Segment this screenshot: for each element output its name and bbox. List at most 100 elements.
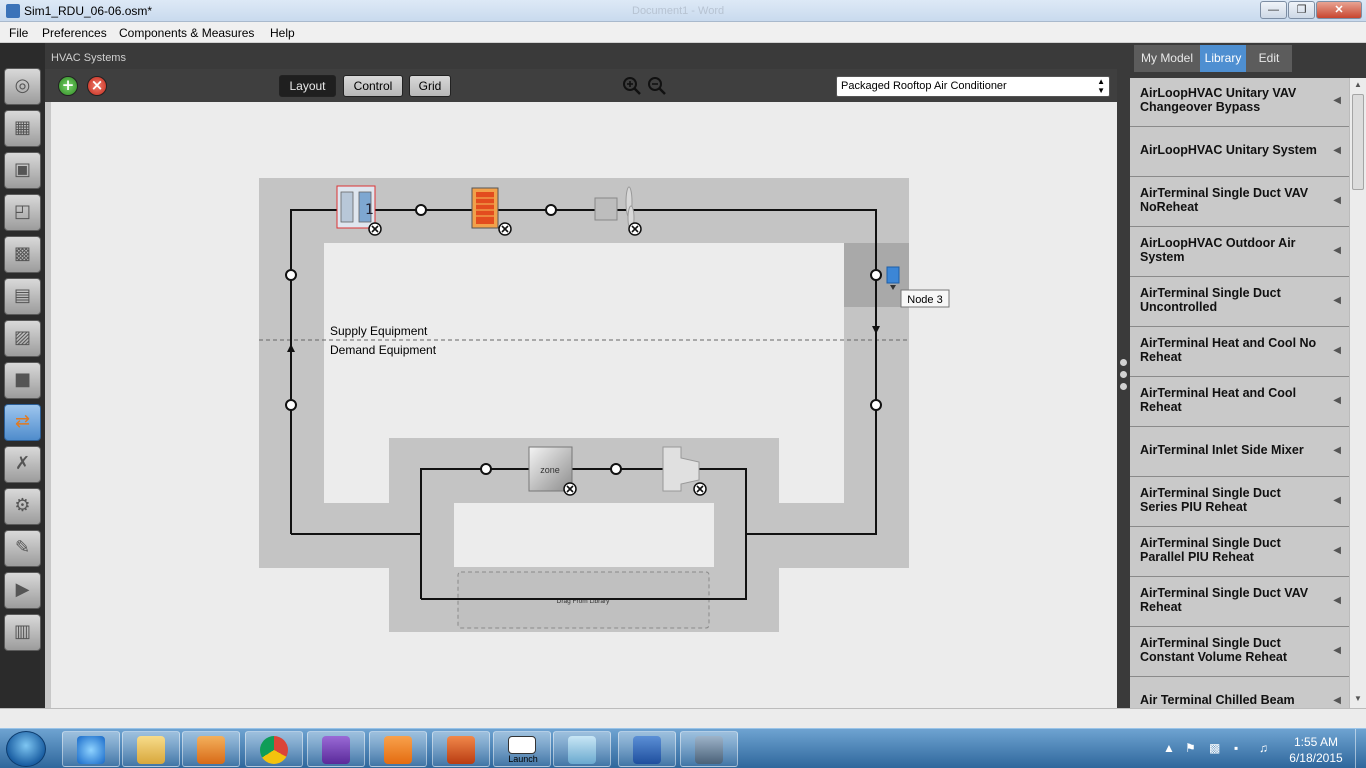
eplus-launch-label: Launch bbox=[508, 754, 538, 764]
show-hidden-icons-icon[interactable]: ▲ bbox=[1163, 741, 1175, 755]
start-button-icon[interactable] bbox=[6, 731, 46, 767]
node-3 bbox=[870, 269, 882, 281]
expand-arrow-icon: ◀ bbox=[1333, 295, 1341, 306]
building-summary-icon[interactable]: ✗ bbox=[4, 446, 41, 483]
facility-building-icon[interactable]: ▨ bbox=[4, 320, 41, 357]
tab-library[interactable]: Library bbox=[1200, 45, 1246, 72]
constructions-icon[interactable]: ▣ bbox=[4, 152, 41, 189]
expand-arrow-icon: ◀ bbox=[1333, 695, 1341, 706]
window-title-bar: Sim1_RDU_06-06.osm* Document1 - Word — ❐… bbox=[0, 0, 1366, 22]
menu-components-measures[interactable]: Components & Measures bbox=[119, 26, 254, 40]
geometry-icon[interactable]: ▤ bbox=[4, 278, 41, 315]
menu-file[interactable]: File bbox=[9, 26, 28, 40]
sketchup-icon[interactable] bbox=[553, 731, 611, 767]
list-item[interactable]: AirTerminal Single Duct Uncontrolled ◀ bbox=[1130, 278, 1349, 327]
list-item[interactable]: Air Terminal Chilled Beam ◀ bbox=[1130, 678, 1349, 708]
list-item[interactable]: AirTerminal Single Duct Constant Volume … bbox=[1130, 628, 1349, 677]
menu-preferences[interactable]: Preferences bbox=[42, 26, 107, 40]
expand-arrow-icon: ◀ bbox=[1333, 645, 1341, 656]
heating-coil-icon bbox=[471, 187, 499, 229]
expand-arrow-icon: ◀ bbox=[1333, 95, 1341, 106]
tab-edit[interactable]: Edit bbox=[1246, 45, 1292, 72]
matlab-icon[interactable] bbox=[432, 731, 490, 767]
visual-studio-icon[interactable] bbox=[307, 731, 365, 767]
list-item[interactable]: AirTerminal Single Duct Series PIU Rehea… bbox=[1130, 478, 1349, 527]
media-player-icon[interactable] bbox=[182, 731, 240, 767]
word-icon[interactable] bbox=[618, 731, 676, 767]
run-simulation-icon[interactable]: ▶ bbox=[4, 572, 41, 609]
taskbar-clock[interactable]: 1:55 AM 6/18/2015 bbox=[1284, 734, 1348, 766]
panel-title: HVAC Systems bbox=[51, 52, 126, 64]
scroll-down-icon[interactable]: ▼ bbox=[1354, 694, 1362, 703]
remove-component-icon bbox=[563, 482, 577, 496]
show-desktop-button[interactable] bbox=[1355, 729, 1366, 768]
list-item[interactable]: AirTerminal Inlet Side Mixer ◀ bbox=[1130, 428, 1349, 477]
network-signal-icon[interactable]: ▪ bbox=[1234, 741, 1238, 755]
expand-arrow-icon: ◀ bbox=[1333, 345, 1341, 356]
tab-layout[interactable]: Layout bbox=[279, 75, 336, 97]
demand-branch-inner bbox=[454, 503, 714, 567]
close-icon[interactable]: ✕ bbox=[1316, 1, 1362, 19]
zoom-in-icon[interactable] bbox=[622, 76, 642, 96]
simulation-settings-icon[interactable]: ✎ bbox=[4, 530, 41, 567]
openstudio-icon[interactable] bbox=[680, 731, 738, 767]
list-item[interactable]: AirLoopHVAC Unitary VAV Changeover Bypas… bbox=[1130, 78, 1349, 127]
spaces-icon[interactable]: ■ bbox=[4, 362, 41, 399]
pdf-reader-icon[interactable] bbox=[369, 731, 427, 767]
scrollbar-thumb[interactable] bbox=[1352, 94, 1364, 190]
list-item[interactable]: AirLoopHVAC Unitary System ◀ bbox=[1130, 128, 1349, 177]
results-chart-icon[interactable]: ▥ bbox=[4, 614, 41, 651]
remove-component-icon bbox=[693, 482, 707, 496]
panel-splitter[interactable] bbox=[1117, 43, 1130, 708]
list-item[interactable]: AirTerminal Heat and Cool Reheat ◀ bbox=[1130, 378, 1349, 427]
system-select[interactable]: Packaged Rooftop Air Conditioner ▲ ▼ bbox=[836, 76, 1110, 97]
loads-outlet-icon[interactable]: ◰ bbox=[4, 194, 41, 231]
list-item[interactable]: AirTerminal Heat and Cool No Reheat ◀ bbox=[1130, 328, 1349, 377]
list-item[interactable]: AirTerminal Single Duct VAV NoReheat ◀ bbox=[1130, 178, 1349, 227]
internet-explorer-icon[interactable] bbox=[62, 731, 120, 767]
remove-component-icon bbox=[628, 222, 642, 236]
outdoor-air-system-icon: 1 bbox=[336, 185, 376, 229]
supply-node bbox=[545, 204, 557, 216]
svg-text:1: 1 bbox=[365, 202, 374, 218]
background-window-title: Document1 - Word bbox=[632, 5, 725, 17]
zone-inlet-node bbox=[480, 463, 492, 475]
device-icon[interactable]: ▩ bbox=[1209, 741, 1220, 755]
volume-icon[interactable]: ♫ bbox=[1259, 741, 1268, 755]
demand-inlet-node bbox=[870, 399, 882, 411]
expand-arrow-icon: ◀ bbox=[1333, 145, 1341, 156]
zoom-out-icon[interactable] bbox=[647, 76, 667, 96]
expand-arrow-icon: ◀ bbox=[1333, 595, 1341, 606]
scroll-up-icon[interactable]: ▲ bbox=[1354, 80, 1362, 89]
remove-system-button[interactable]: × bbox=[87, 76, 107, 96]
status-strip bbox=[0, 708, 1366, 728]
schedules-calendar-icon[interactable]: ▦ bbox=[4, 110, 41, 147]
expand-arrow-icon: ◀ bbox=[1333, 245, 1341, 256]
minimize-icon[interactable]: — bbox=[1260, 1, 1287, 19]
tab-control[interactable]: Control bbox=[343, 75, 403, 97]
demand-equipment-label: Demand Equipment bbox=[330, 343, 437, 357]
measures-gear-icon[interactable]: ⚙ bbox=[4, 488, 41, 525]
site-globe-icon[interactable]: ◎ bbox=[4, 68, 41, 105]
list-item[interactable]: AirLoopHVAC Outdoor Air System ◀ bbox=[1130, 228, 1349, 277]
hvac-layout-canvas[interactable]: Drag From Library Supply Equipment Deman… bbox=[51, 102, 1117, 708]
expand-arrow-icon: ◀ bbox=[1333, 545, 1341, 556]
zone-label: zone bbox=[540, 465, 560, 475]
hvac-panel-header: HVAC Systems bbox=[45, 43, 1117, 69]
space-types-icon[interactable]: ▩ bbox=[4, 236, 41, 273]
add-system-button[interactable]: + bbox=[58, 76, 78, 96]
action-center-flag-icon[interactable]: ⚑ bbox=[1185, 741, 1196, 755]
list-item[interactable]: AirTerminal Single Duct VAV Reheat ◀ bbox=[1130, 578, 1349, 627]
restore-icon[interactable]: ❐ bbox=[1288, 1, 1315, 19]
eplus-launch-icon[interactable]: Launch bbox=[493, 731, 551, 767]
supply-equipment-label: Supply Equipment bbox=[330, 324, 428, 338]
main-tool-strip: ◎ ▦ ▣ ◰ ▩ ▤ ▨ ■ ⇄ ✗ ⚙ ✎ ▶ ▥ bbox=[0, 43, 45, 708]
file-explorer-icon[interactable] bbox=[122, 731, 180, 767]
chrome-icon[interactable] bbox=[245, 731, 303, 767]
menu-help[interactable]: Help bbox=[270, 26, 295, 40]
hvac-systems-icon[interactable]: ⇄ bbox=[4, 404, 41, 441]
library-scrollbar[interactable]: ▲ ▼ bbox=[1349, 78, 1366, 708]
tab-grid[interactable]: Grid bbox=[409, 75, 451, 97]
tab-my-model[interactable]: My Model bbox=[1134, 45, 1200, 72]
list-item[interactable]: AirTerminal Single Duct Parallel PIU Reh… bbox=[1130, 528, 1349, 577]
